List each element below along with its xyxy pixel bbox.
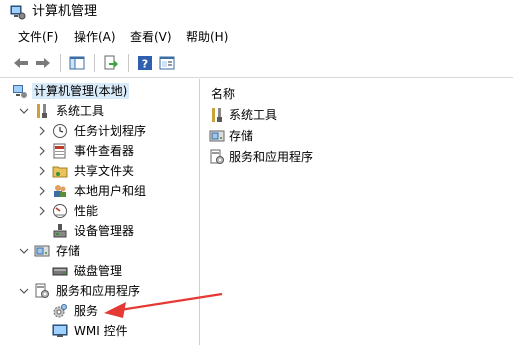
tools-icon (34, 103, 50, 119)
tree-item-label: 本地用户和组 (74, 184, 147, 198)
forward-arrow-icon[interactable] (32, 53, 54, 73)
chevron-down-icon[interactable] (18, 245, 30, 257)
shared-folder-icon (52, 163, 68, 179)
tree-item-disk-management[interactable]: 磁盘管理 (52, 261, 124, 281)
tree-item-label: 服务和应用程序 (56, 284, 141, 298)
toolbar-separator (60, 54, 61, 72)
column-header-name[interactable]: 名称 (211, 85, 235, 102)
tree-item-label: 设备管理器 (74, 224, 135, 238)
device-manager-icon (52, 223, 68, 239)
tree-item-label: 系统工具 (56, 104, 105, 118)
menu-bar: 文件(F) 操作(A) 查看(V) 帮助(H) (0, 26, 513, 48)
tools-icon (209, 107, 225, 123)
tree-item-label: WMI 控件 (74, 324, 128, 338)
tree-item-services[interactable]: 服务 (52, 301, 100, 321)
computer-management-icon (12, 83, 28, 99)
tree-item-storage[interactable]: 存储 (18, 241, 82, 261)
tree-item-label: 磁盘管理 (74, 264, 123, 278)
chevron-right-icon[interactable] (36, 125, 48, 137)
window-title: 计算机管理 (32, 4, 98, 19)
tree-item-label: 计算机管理(本地) (32, 83, 130, 99)
tree-item-services-applications[interactable]: 服务和应用程序 (18, 281, 142, 301)
wmi-icon (52, 323, 68, 339)
list-item-label: 服务和应用程序 (229, 150, 314, 164)
gear-icon (52, 303, 68, 319)
show-hide-tree-icon[interactable] (66, 53, 88, 73)
list-item-label: 系统工具 (229, 108, 278, 122)
menu-file[interactable]: 文件(F) (18, 30, 58, 44)
svg-text:?: ? (142, 58, 148, 71)
chevron-down-icon[interactable] (18, 285, 30, 297)
tree-item-label: 存储 (56, 244, 81, 258)
chevron-right-icon[interactable] (36, 145, 48, 157)
services-apps-icon (209, 149, 225, 165)
tree-item-label: 共享文件夹 (74, 164, 135, 178)
computer-management-icon (10, 4, 26, 20)
tree-item-label: 性能 (74, 204, 99, 218)
disk-icon (52, 263, 68, 279)
toolbar-separator (128, 54, 129, 72)
help-icon[interactable]: ? (134, 53, 156, 73)
list-item-label: 存储 (229, 129, 254, 143)
storage-icon (209, 128, 225, 144)
menu-help[interactable]: 帮助(H) (186, 30, 228, 44)
tree-item-computer-management-local[interactable]: 计算机管理(本地) (12, 81, 130, 101)
tree-item-label: 服务 (74, 304, 99, 318)
tree-item-shared-folders[interactable]: 共享文件夹 (36, 161, 136, 181)
properties-view-icon[interactable] (156, 53, 178, 73)
back-arrow-icon[interactable] (10, 53, 32, 73)
tree-item-event-viewer[interactable]: 事件查看器 (36, 141, 136, 161)
list-item[interactable]: 系统工具 (209, 105, 279, 125)
tree-item-system-tools[interactable]: 系统工具 (18, 101, 106, 121)
tree-item-label: 事件查看器 (74, 144, 135, 158)
event-viewer-icon (52, 143, 68, 159)
toolbar: ? (0, 48, 513, 78)
chevron-down-icon[interactable] (18, 105, 30, 117)
list-item[interactable]: 存储 (209, 126, 255, 146)
list-item[interactable]: 服务和应用程序 (209, 147, 315, 167)
services-apps-icon (34, 283, 50, 299)
chevron-right-icon[interactable] (36, 165, 48, 177)
clock-icon (52, 123, 68, 139)
navigation-tree: 计算机管理(本地) 系统工具 任务计划程序 事件查看器 共享文件夹 本地用户和组… (0, 79, 200, 345)
tree-item-task-scheduler[interactable]: 任务计划程序 (36, 121, 148, 141)
chevron-right-icon[interactable] (36, 185, 48, 197)
chevron-right-icon[interactable] (36, 205, 48, 217)
storage-icon (34, 243, 50, 259)
title-bar: 计算机管理 (0, 0, 513, 26)
tree-item-label: 任务计划程序 (74, 124, 147, 138)
tree-item-local-users-groups[interactable]: 本地用户和组 (36, 181, 148, 201)
tree-item-performance[interactable]: 性能 (36, 201, 100, 221)
content-pane: 名称 系统工具 存储 服务和应用程序 (201, 79, 513, 345)
export-list-icon[interactable] (100, 53, 122, 73)
tree-item-device-manager[interactable]: 设备管理器 (52, 221, 136, 241)
menu-view[interactable]: 查看(V) (130, 30, 172, 44)
menu-action[interactable]: 操作(A) (74, 30, 116, 44)
users-icon (52, 183, 68, 199)
toolbar-separator (94, 54, 95, 72)
performance-icon (52, 203, 68, 219)
tree-item-wmi-control[interactable]: WMI 控件 (52, 321, 130, 341)
